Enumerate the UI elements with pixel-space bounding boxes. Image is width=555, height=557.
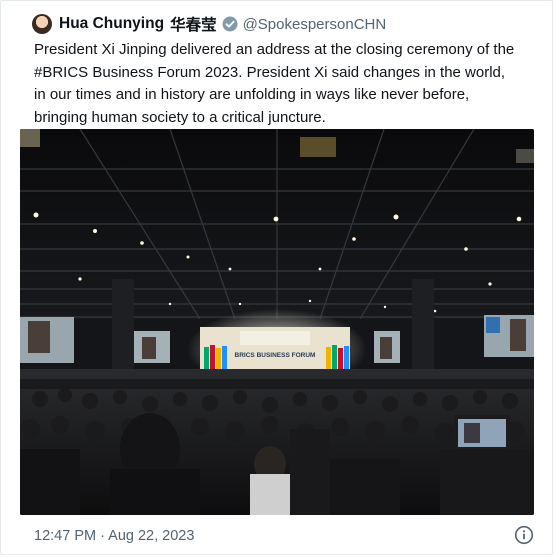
tweet-timestamp[interactable]: 12:47 PM · Aug 22, 2023: [34, 528, 194, 544]
author-chinese-name[interactable]: 华春莹: [170, 13, 217, 35]
stage-banner-text: BRICS BUSINESS FORUM: [235, 352, 316, 359]
tweet-photo[interactable]: BRICS BUSINESS FORUM: [20, 129, 534, 515]
verified-badge-icon: [222, 16, 238, 32]
author-display-name[interactable]: Hua Chunying: [59, 15, 164, 33]
tweet-text-line: bringing human society to a critical jun…: [34, 108, 326, 126]
info-icon[interactable]: [514, 525, 534, 545]
tweet-text-line: President Xi Jinping delivered an addres…: [34, 41, 515, 58]
tweet-card[interactable]: Hua Chunying 华春莹 @SpokespersonCHN Presid…: [0, 0, 553, 555]
author-handle[interactable]: @SpokespersonCHN: [243, 16, 387, 33]
tweet-text-line: #BRICS Business Forum 2023. President Xi…: [34, 63, 506, 81]
conference-hall-photo: BRICS BUSINESS FORUM: [20, 129, 534, 515]
tweet-text: President Xi Jinping delivered an addres…: [34, 39, 534, 129]
tweet-text-line: in our times and in history are unfoldin…: [34, 86, 470, 103]
tweet-header: Hua Chunying 华春莹 @SpokespersonCHN: [32, 12, 386, 36]
author-avatar[interactable]: [32, 14, 52, 34]
